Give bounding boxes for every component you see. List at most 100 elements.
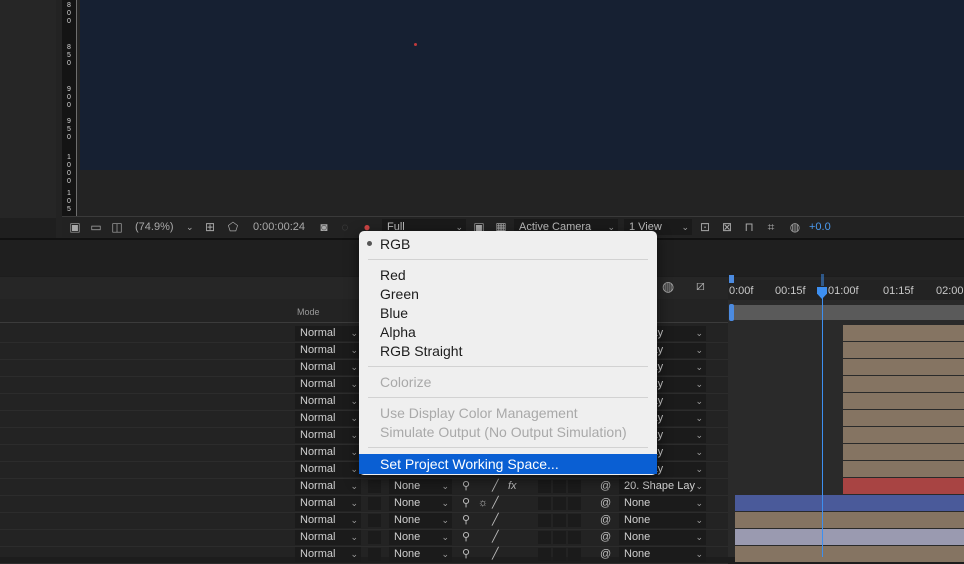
track-matte-select[interactable]: None ⌄ (389, 547, 452, 562)
pickwhip-icon[interactable]: @ (600, 513, 611, 528)
layer-row[interactable]: Normal ⌄ None ⌄ ⚲ ╱ @ None ⌄ (0, 529, 728, 547)
adjustment-layer-box[interactable] (553, 514, 566, 527)
preserve-transparency-box[interactable] (368, 497, 381, 510)
adjustment-layer-box[interactable] (553, 497, 566, 510)
adjustment-layer-box[interactable] (553, 548, 566, 561)
graph-editor-icon[interactable]: ⧄ (696, 277, 705, 294)
blend-mode-select[interactable]: Normal ⌄ (295, 343, 361, 358)
monitor-icon[interactable]: ▭ (89, 220, 103, 234)
blend-mode-select[interactable]: Normal ⌄ (295, 360, 361, 375)
layer-duration-bar[interactable] (843, 359, 964, 375)
blend-mode-select[interactable]: Normal ⌄ (295, 428, 361, 443)
quality-slash-icon[interactable]: ╱ (492, 479, 499, 494)
3d-layer-box[interactable] (568, 514, 581, 527)
quality-slash-icon[interactable]: ╱ (492, 530, 499, 545)
track-matte-select[interactable]: None ⌄ (389, 479, 452, 494)
toggle-pixel-aspect-icon[interactable]: ⊡ (698, 220, 712, 234)
adjustment-layer-box[interactable] (553, 531, 566, 544)
snapshot-camera-icon[interactable]: ◙ (317, 220, 331, 234)
layer-duration-bar[interactable] (843, 325, 964, 341)
layer-duration-bar[interactable] (843, 376, 964, 392)
layer-duration-bar[interactable] (735, 529, 964, 545)
track-matte-select[interactable]: None ⌄ (389, 513, 452, 528)
blend-mode-select[interactable]: Normal ⌄ (295, 462, 361, 477)
layer-duration-bar[interactable] (843, 461, 964, 477)
menu-item-green[interactable]: Green (380, 285, 419, 303)
show-snapshot-icon[interactable]: ◌ (338, 220, 352, 234)
shy-layer-icon[interactable]: ⚲ (462, 479, 470, 494)
motion-blur-box[interactable] (538, 548, 551, 561)
blend-mode-select[interactable]: Normal ⌄ (295, 479, 361, 494)
layer-duration-bar[interactable] (843, 427, 964, 443)
parent-select[interactable]: 20. Shape Lay ⌄ (619, 479, 706, 494)
shy-layer-icon[interactable]: ⚲ (462, 513, 470, 528)
preserve-transparency-box[interactable] (368, 548, 381, 561)
zoom-chevron-down-icon[interactable]: ⌄ (186, 220, 194, 235)
3d-layer-box[interactable] (568, 497, 581, 510)
motion-blur-box[interactable] (538, 497, 551, 510)
current-timecode[interactable]: 0:00:00:24 (253, 220, 305, 235)
exposure-value[interactable]: +0.0 (809, 220, 831, 235)
layer-duration-bar[interactable] (843, 478, 964, 494)
grid-guides-icon[interactable]: ⊞ (203, 220, 217, 234)
blend-mode-select[interactable]: Normal ⌄ (295, 411, 361, 426)
quality-slash-icon[interactable]: ╱ (492, 513, 499, 528)
preserve-transparency-box[interactable] (368, 480, 381, 493)
layer-duration-bar[interactable] (843, 410, 964, 426)
quality-slash-icon[interactable]: ╱ (492, 547, 499, 562)
parent-select[interactable]: None ⌄ (619, 513, 706, 528)
blend-mode-select[interactable]: Normal ⌄ (295, 513, 361, 528)
menu-item-blue[interactable]: Blue (380, 304, 408, 322)
layer-duration-bar[interactable] (735, 546, 964, 562)
blend-mode-select[interactable]: Normal ⌄ (295, 547, 361, 562)
3d-layer-box[interactable] (568, 480, 581, 493)
motion-blur-box[interactable] (538, 531, 551, 544)
preserve-transparency-box[interactable] (368, 531, 381, 544)
blend-mode-select[interactable]: Normal ⌄ (295, 377, 361, 392)
parent-select[interactable]: None ⌄ (619, 547, 706, 562)
pickwhip-icon[interactable]: @ (600, 496, 611, 511)
vr-goggles-icon[interactable]: ◫ (110, 220, 124, 234)
pickwhip-icon[interactable]: @ (600, 530, 611, 545)
menu-item-set-project-working-space[interactable]: Set Project Working Space... (359, 454, 657, 474)
layer-duration-bar[interactable] (735, 495, 964, 511)
always-preview-icon[interactable]: ▣ (68, 220, 82, 234)
menu-item-red[interactable]: Red (380, 266, 406, 284)
quality-slash-icon[interactable]: ╱ (492, 496, 499, 511)
parent-select[interactable]: None ⌄ (619, 496, 706, 511)
menu-item-alpha[interactable]: Alpha (380, 323, 416, 341)
layer-row[interactable]: Normal ⌄ None ⌄ ⚲ ╱ @ None ⌄ (0, 546, 728, 564)
parent-select[interactable]: None ⌄ (619, 530, 706, 545)
work-area-start-handle[interactable] (729, 304, 734, 321)
preserve-transparency-box[interactable] (368, 514, 381, 527)
blend-mode-select[interactable]: Normal ⌄ (295, 394, 361, 409)
blend-mode-select[interactable]: Normal ⌄ (295, 326, 361, 341)
blend-mode-select[interactable]: Normal ⌄ (295, 445, 361, 460)
work-area-bar[interactable] (732, 305, 964, 320)
mask-visibility-icon[interactable]: ⬠ (226, 220, 240, 234)
motion-blur-icon[interactable]: ◍ (662, 278, 674, 295)
track-matte-select[interactable]: None ⌄ (389, 496, 452, 511)
fx-switch[interactable]: fx (508, 479, 517, 494)
shy-layer-icon[interactable]: ⚲ (462, 547, 470, 562)
layer-duration-bar[interactable] (843, 342, 964, 358)
fast-preview-icon[interactable]: ⊠ (720, 220, 734, 234)
motion-blur-box[interactable] (538, 514, 551, 527)
time-navigator-start[interactable] (729, 275, 734, 283)
motion-blur-box[interactable] (538, 480, 551, 493)
layer-row[interactable]: Normal ⌄ None ⌄ ⚲ ╱ @ None ⌄ (0, 512, 728, 530)
flowchart-icon[interactable]: ⌗ (764, 220, 778, 234)
layer-duration-bar[interactable] (843, 393, 964, 409)
track-matte-select[interactable]: None ⌄ (389, 530, 452, 545)
shy-layer-icon[interactable]: ⚲ (462, 530, 470, 545)
menu-item-rgb[interactable]: RGB (380, 235, 410, 253)
layer-duration-bar[interactable] (843, 444, 964, 460)
adjustment-layer-box[interactable] (553, 480, 566, 493)
blend-mode-select[interactable]: Normal ⌄ (295, 496, 361, 511)
composition-canvas[interactable] (80, 0, 964, 170)
layer-row[interactable]: Normal ⌄ None ⌄ ⚲ ☼ ╱ @ None ⌄ (0, 495, 728, 513)
timeline-icon[interactable]: ⊓ (742, 220, 756, 234)
pickwhip-icon[interactable]: @ (600, 479, 611, 494)
reset-exposure-icon[interactable]: ◍ (788, 220, 802, 234)
menu-item-rgb-straight[interactable]: RGB Straight (380, 342, 462, 360)
